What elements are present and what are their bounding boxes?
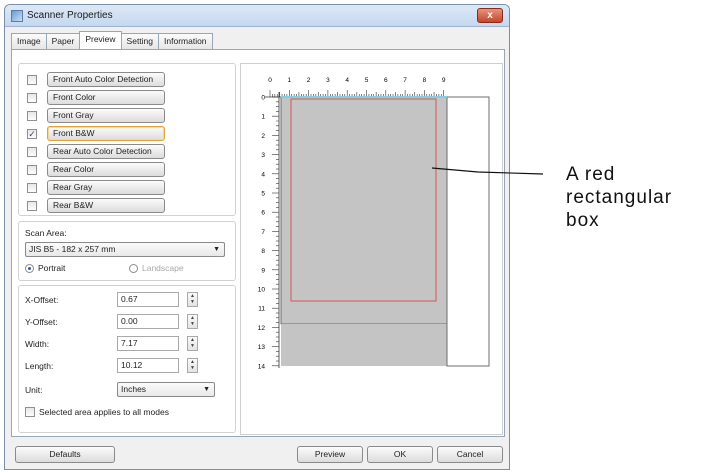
annotation-overlay [431, 167, 544, 175]
tab-preview[interactable]: Preview [79, 31, 122, 49]
annotation-text: A red rectangular box [566, 163, 672, 232]
annotation-line-1: A red [566, 164, 616, 185]
annotation-line-2: rectangular [566, 187, 673, 208]
annotation-line-3: box [566, 210, 600, 231]
annotation-pointer-line [431, 167, 544, 175]
